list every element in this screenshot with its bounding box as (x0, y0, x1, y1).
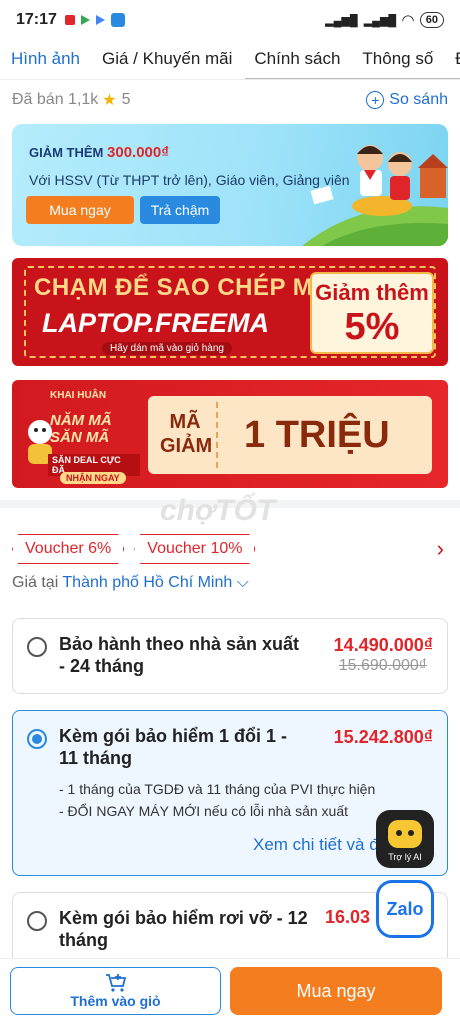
copy-code-banner[interactable]: CHẠM ĐỂ SAO CHÉP MÃ LAPTOP.FREEMA Hãy dá… (12, 258, 448, 366)
wifi-icon: ◠ (402, 12, 414, 29)
app-icon (110, 13, 125, 27)
event-brand: KHAI HUÂN (50, 390, 107, 401)
warranty-option-manufacturer[interactable]: Bảo hành theo nhà sản xuất - 24 tháng 14… (12, 618, 448, 694)
tab-specs[interactable]: Thông số (351, 40, 444, 79)
promo-prefix: GIẢM THÊM (29, 145, 104, 160)
status-bar: 17:17 ▂▄▆█ ▂▄▆█ ◠ 60 (0, 0, 460, 40)
option-title: Kèm gói bảo hiểm 1 đổi 1 - 11 tháng (59, 726, 288, 768)
tab-images[interactable]: Hình ảnh (0, 40, 91, 79)
status-time: 17:17 (16, 11, 57, 28)
section-tabs: Hình ảnh Giá / Khuyến mãi Chính sách Thô… (0, 40, 460, 80)
notification-icon (64, 15, 75, 25)
sold-count: Đã bán 1,1k (12, 91, 99, 108)
compare-button[interactable]: + So sánh (366, 91, 448, 109)
option-bullet: - ĐỔI NGAY MÁY MỚI nếu có lỗi nhà sản xu… (59, 803, 349, 819)
battery-icon: 60 (419, 12, 444, 28)
event-title: NĂM MÃ SĂN MÃ (50, 412, 112, 446)
ticket-label: MÃ GIẢM (160, 411, 213, 457)
option-price: 15.242.800₫ (333, 727, 433, 747)
option-title: Bảo hành theo nhà sản xuất - 24 tháng (59, 634, 300, 676)
discount-label: Giảm thêm (315, 280, 429, 305)
voucher-chip[interactable]: Voucher 10% (134, 534, 255, 564)
discount-coupon: Giảm thêm 5% (310, 272, 434, 354)
discount-value: 5% (344, 306, 400, 348)
million-voucher-ticket: MÃ GIẢM 1 TRIỆU (148, 396, 432, 474)
bottom-action-bar: Thêm vào giỏ Mua ngay (0, 958, 460, 1024)
copy-code-headline: CHẠM ĐỂ SAO CHÉP MÃ (34, 274, 332, 301)
ai-assistant-button[interactable]: Trợ lý AI (376, 810, 434, 868)
zalo-chat-button[interactable]: Zalo (376, 880, 434, 938)
robot-icon (388, 820, 422, 848)
tab-reviews[interactable]: Đá (444, 40, 460, 79)
promo-buy-now-button[interactable]: Mua ngay (26, 196, 134, 224)
option-old-price: 15.690.000₫ (338, 657, 427, 674)
signal-icon: ▂▄▆█ (325, 14, 358, 27)
rating-value: 5 (121, 91, 131, 108)
option-radio-selected[interactable] (27, 729, 47, 749)
chevron-right-icon[interactable]: › (437, 536, 444, 562)
buy-now-button[interactable]: Mua ngay (230, 967, 442, 1015)
watermark: chợTỐT (160, 494, 276, 527)
add-to-cart-label: Thêm vào giỏ (70, 993, 161, 1009)
option-bullet: - 1 tháng của TGDĐ và 11 tháng của PVI t… (59, 781, 376, 797)
ticket-separator (216, 402, 218, 468)
tab-price-promo[interactable]: Giá / Khuyến mãi (91, 40, 243, 79)
star-icon: ★ (102, 92, 117, 109)
play-icon (80, 15, 90, 25)
plus-circle-icon: + (366, 91, 385, 109)
option-price: 16.03 (325, 907, 371, 927)
promo-code: LAPTOP.FREEMA (42, 308, 270, 338)
promo-installment-button[interactable]: Trả chậm (140, 196, 220, 224)
voucher-chip[interactable]: Voucher 6% (12, 534, 124, 564)
compare-label: So sánh (389, 91, 448, 108)
tab-scroll-indicator (245, 78, 460, 79)
ai-assistant-label: Trợ lý AI (388, 852, 422, 862)
option-price: 14.490.000₫ (333, 635, 433, 655)
event-mascot-area: KHAI HUÂN NĂM MÃ SĂN MÃ SĂN DEAL CỰC ĐÃ … (20, 386, 140, 484)
event-voucher-banner[interactable]: KHAI HUÂN NĂM MÃ SĂN MÃ SĂN DEAL CỰC ĐÃ … (12, 380, 448, 488)
promo-amount: 300.000₫ (107, 144, 169, 161)
price-location-city: Thành phố Hồ Chí Minh (62, 574, 233, 591)
event-cta[interactable]: NHẬN NGAY (60, 472, 126, 484)
tab-policy[interactable]: Chính sách (243, 40, 351, 79)
promo-headline: GIẢM THÊM 300.000₫ (29, 144, 169, 161)
price-location[interactable]: Giá tại Thành phố Hồ Chí Minh ⌵ (12, 574, 249, 592)
add-to-cart-button[interactable]: Thêm vào giỏ (10, 967, 221, 1015)
students-illustration (302, 145, 448, 246)
option-radio[interactable] (27, 637, 47, 657)
product-meta: Đã bán 1,1k ★ 5 + So sánh (0, 80, 460, 120)
chevron-down-icon: ⌵ (236, 574, 249, 591)
signal-icon-2: ▂▄▆█ (363, 14, 397, 27)
option-title: Kèm gói bảo hiểm rơi vỡ - 12 tháng (59, 908, 308, 950)
voucher-list: Voucher 6% Voucher 10% › (12, 534, 448, 564)
copy-code-hint: Hãy dán mã vào giỏ hàng (102, 342, 232, 355)
ticket-value: 1 TRIỆU (244, 414, 390, 456)
option-radio[interactable] (27, 911, 47, 931)
cart-plus-icon (105, 974, 126, 992)
student-promo-banner[interactable]: GIẢM THÊM 300.000₫ Với HSSV (Từ THPT trở… (12, 124, 448, 246)
play-store-icon (95, 15, 105, 25)
price-location-label: Giá tại (12, 574, 59, 591)
